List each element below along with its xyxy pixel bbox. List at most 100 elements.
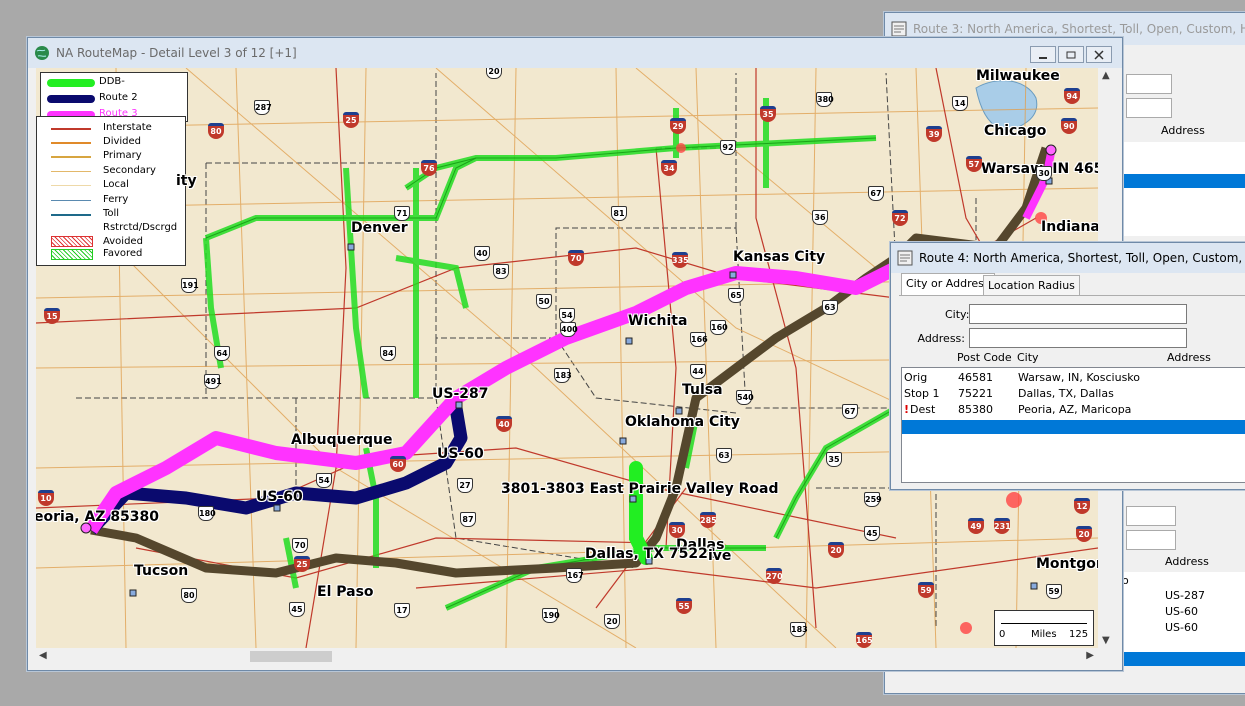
col-post-code[interactable]: Post Code: [957, 351, 1012, 364]
route-shield: 87: [460, 512, 476, 527]
route3-partial-char: o: [1122, 574, 1129, 587]
route-shield: 25: [294, 556, 310, 572]
stop-row[interactable]: Stop 1 75221 Dallas, TX, Dallas: [902, 386, 1245, 402]
label-us60-west[interactable]: US-60: [256, 489, 303, 505]
favored-hatching: [205, 137, 897, 609]
route-shield: 70: [568, 250, 584, 266]
route3-row-2: US-60: [1165, 605, 1198, 618]
route-shield: 491: [204, 374, 222, 389]
scroll-left-arrow-icon[interactable]: ◀: [39, 650, 47, 661]
route3-field-3[interactable]: [1126, 530, 1176, 550]
label-us287[interactable]: US-287: [432, 386, 489, 402]
minimize-button[interactable]: [1030, 46, 1056, 63]
route-shield: 15: [44, 308, 60, 324]
route-shield: 83: [493, 264, 509, 279]
label-peoria[interactable]: eoria, AZ 85380: [36, 509, 159, 525]
legend-interstate: Interstate: [103, 122, 152, 133]
route3-address-field[interactable]: [1126, 98, 1172, 118]
map-title: NA RouteMap - Detail Level 3 of 12 [+1]: [56, 46, 297, 60]
route3-col-address-2: Address: [1165, 555, 1209, 568]
city-albuquerque[interactable]: Albuquerque: [291, 432, 393, 448]
city-milwaukee[interactable]: Milwaukee: [976, 68, 1060, 84]
route-shield: 59: [918, 582, 934, 598]
route3-city-field[interactable]: [1126, 74, 1172, 94]
stop-post-code: 75221: [958, 387, 993, 400]
route3-selected-row[interactable]: [1122, 174, 1245, 188]
restore-button[interactable]: [1058, 46, 1084, 63]
route-shield: 45: [864, 526, 880, 541]
stop-type: Stop 1: [904, 387, 940, 400]
city-chicago[interactable]: Chicago: [984, 123, 1046, 139]
scroll-down-arrow-icon[interactable]: ▼: [1102, 635, 1110, 646]
city-montgomery[interactable]: Montgon: [1036, 556, 1098, 572]
stop-city: Peoria, AZ, Maricopa: [1018, 403, 1132, 416]
address-input[interactable]: [969, 328, 1187, 348]
route-shield: 380: [816, 92, 834, 107]
tab-location-radius[interactable]: Location Radius: [983, 275, 1080, 296]
route-shield: 400: [560, 322, 578, 337]
city-indianapolis[interactable]: Indianap: [1041, 219, 1098, 235]
city-input[interactable]: [969, 304, 1187, 324]
map-scale: 0 Miles 125: [994, 610, 1094, 646]
col-city[interactable]: City: [1017, 351, 1039, 364]
minimize-icon: [1039, 56, 1047, 59]
route-shield: 39: [926, 126, 942, 142]
city-kansas-city[interactable]: Kansas City: [733, 249, 825, 265]
route-shield: 190: [542, 608, 560, 623]
city-tucson[interactable]: Tucson: [134, 563, 188, 579]
city-wichita[interactable]: Wichita: [628, 313, 687, 329]
route-shield: 94: [1064, 88, 1080, 104]
label-dallas-stop[interactable]: Dallas, TX 75221: [585, 546, 718, 562]
route-shield: 285: [700, 512, 717, 528]
route-shield: 165: [856, 632, 873, 648]
route4-window[interactable]: Route 4: North America, Shortest, Toll, …: [890, 242, 1245, 490]
city-tulsa[interactable]: Tulsa: [682, 382, 723, 398]
stop-row[interactable]: Orig 46581 Warsaw, IN, Kosciusko: [902, 370, 1245, 386]
warning-flag-icon: !: [904, 403, 910, 416]
route-shield: 180: [198, 506, 216, 521]
horizontal-scroll-thumb[interactable]: [250, 651, 332, 662]
route-shield: 35: [760, 106, 776, 122]
route-shield: 35: [826, 452, 842, 467]
route-shield: 20: [604, 614, 620, 629]
stop-list[interactable]: Orig 46581 Warsaw, IN, Kosciusko Stop 1 …: [901, 367, 1245, 483]
stop-city: Warsaw, IN, Kosciusko: [1018, 371, 1141, 384]
stop-row[interactable]: ! Dest 85380 Peoria, AZ, Maricopa: [902, 402, 1245, 418]
map-horizontal-scrollbar[interactable]: ◀ ▶: [36, 648, 1098, 664]
route-shield: 45: [289, 602, 305, 617]
city-oklahoma-city[interactable]: Oklahoma City: [625, 414, 740, 430]
route-shield: 55: [676, 598, 692, 614]
col-address[interactable]: Address: [1167, 351, 1211, 364]
route-shield: 183: [790, 622, 808, 637]
legend-swatch-ddb: [47, 79, 95, 87]
map-titlebar[interactable]: NA RouteMap - Detail Level 3 of 12 [+1]: [28, 38, 1122, 68]
label-us60-east[interactable]: US-60: [437, 446, 484, 462]
route-shield: 84: [380, 346, 396, 361]
stop-post-code: 46581: [958, 371, 993, 384]
close-button[interactable]: [1086, 46, 1112, 63]
route3-selected-row-2[interactable]: [1122, 652, 1245, 666]
legend-line-divided: [51, 142, 91, 144]
route-shield: 67: [842, 404, 858, 419]
city-denver[interactable]: Denver: [351, 220, 408, 236]
legend-line-ferry: [51, 200, 91, 201]
label-prairie-valley-road[interactable]: 3801-3803 East Prairie Valley Road: [501, 481, 778, 497]
route-shield: 92: [720, 140, 736, 155]
route3-field-2[interactable]: [1126, 506, 1176, 526]
route-shield: 27: [457, 478, 473, 493]
city-el-paso[interactable]: El Paso: [317, 584, 374, 600]
route3-stop-list[interactable]: [1122, 142, 1245, 236]
scale-bar: [1001, 623, 1087, 624]
route-shield: 71: [394, 206, 410, 221]
scroll-right-arrow-icon[interactable]: ▶: [1086, 650, 1094, 661]
route4-titlebar[interactable]: Route 4: North America, Shortest, Toll, …: [891, 243, 1245, 273]
scroll-up-arrow-icon[interactable]: ▲: [1102, 70, 1110, 81]
legend-line-interstate: [51, 128, 91, 130]
empty-selected-row[interactable]: [902, 420, 1245, 434]
route-shield: 12: [1074, 498, 1090, 514]
route-shield: 270: [766, 568, 783, 584]
route-shield: 70: [292, 538, 308, 553]
tab-city-or-address[interactable]: City or Address: [901, 273, 995, 296]
route-shield: 183: [554, 368, 572, 383]
route3-detail-list[interactable]: o US-287 US-60 US-60: [1122, 572, 1245, 652]
